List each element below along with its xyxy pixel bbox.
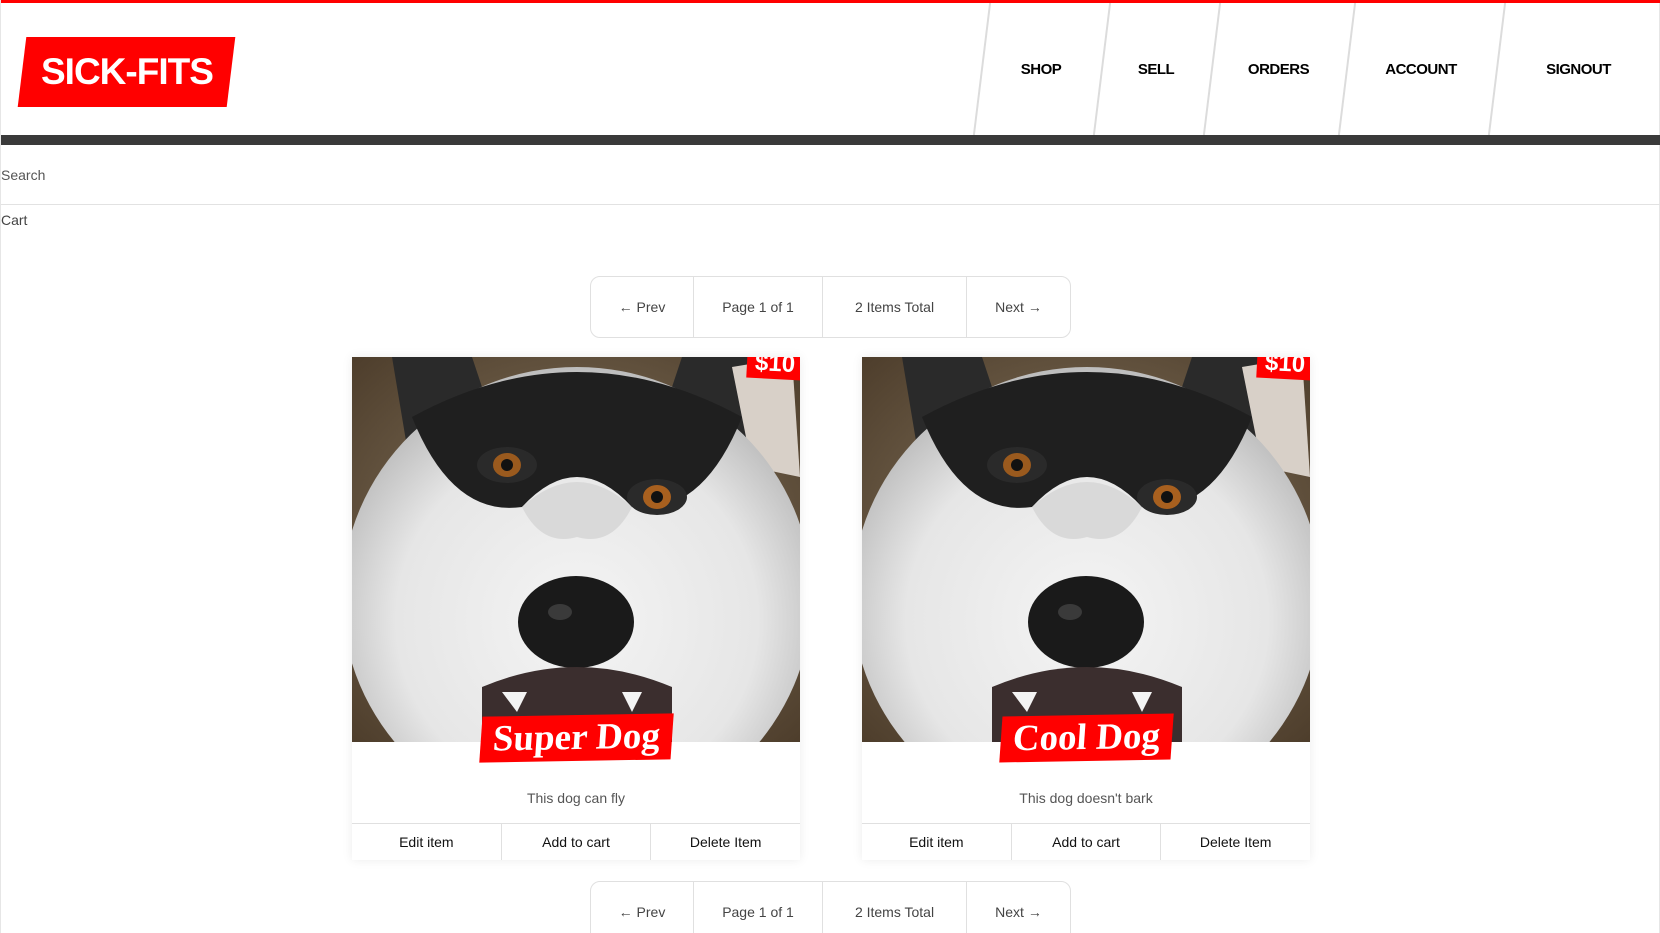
item-image: $10 bbox=[352, 357, 800, 742]
cart-label[interactable]: Cart bbox=[1, 212, 27, 228]
search-bar bbox=[1, 145, 1660, 205]
delete-item-button[interactable]: Delete Item bbox=[1161, 824, 1311, 860]
prev-page-link[interactable]: ← Prev bbox=[591, 277, 694, 337]
item-card: $10 Cool Dog This dog doesn't bark Edit … bbox=[862, 357, 1311, 860]
nav-shop[interactable]: SHOP bbox=[981, 3, 1101, 135]
item-title: Cool Dog bbox=[862, 713, 1310, 763]
items-total: 2 Items Total bbox=[823, 882, 967, 933]
prev-page-link[interactable]: ← Prev bbox=[591, 882, 694, 933]
edit-item-button[interactable]: Edit item bbox=[352, 824, 502, 860]
delete-item-button[interactable]: Delete Item bbox=[651, 824, 801, 860]
husky-dog-photo bbox=[352, 357, 800, 742]
pagination-top: ← Prev Page 1 of 1 2 Items Total Next → bbox=[590, 276, 1071, 338]
item-buttons: Edit item Add to cart Delete Item bbox=[352, 823, 801, 860]
item-title-link[interactable]: Cool Dog bbox=[998, 713, 1174, 763]
item-title: Super Dog bbox=[352, 713, 800, 763]
item-image: $10 bbox=[862, 357, 1310, 742]
page-indicator: Page 1 of 1 bbox=[694, 277, 823, 337]
header-divider-bar bbox=[1, 135, 1660, 145]
nav-sell[interactable]: SELL bbox=[1101, 3, 1211, 135]
add-to-cart-button[interactable]: Add to cart bbox=[501, 824, 652, 860]
item-description: This dog can fly bbox=[526, 790, 626, 806]
header: SICK-FITS SHOP SELL ORDERS ACCOUNT SIGNO… bbox=[1, 3, 1660, 135]
main-nav: SHOP SELL ORDERS ACCOUNT SIGNOUT bbox=[981, 3, 1660, 135]
item-card: $10 Super Dog This dog can fly Edit item… bbox=[352, 357, 801, 860]
pagination-bottom: ← Prev Page 1 of 1 2 Items Total Next → bbox=[590, 881, 1071, 933]
logo-link[interactable]: SICK-FITS bbox=[17, 37, 236, 107]
nav-signout[interactable]: SIGNOUT bbox=[1496, 3, 1660, 135]
edit-item-button[interactable]: Edit item bbox=[862, 824, 1012, 860]
page: SICK-FITS SHOP SELL ORDERS ACCOUNT SIGNO… bbox=[0, 0, 1660, 933]
page-indicator: Page 1 of 1 bbox=[694, 882, 823, 933]
search-input[interactable] bbox=[1, 145, 1660, 205]
item-title-link[interactable]: Super Dog bbox=[478, 713, 674, 763]
nav-orders[interactable]: ORDERS bbox=[1211, 3, 1346, 135]
item-description: This dog doesn't bark bbox=[1019, 790, 1153, 806]
nav-account[interactable]: ACCOUNT bbox=[1346, 3, 1496, 135]
logo-text: SICK-FITS bbox=[40, 51, 213, 92]
next-page-link[interactable]: Next → bbox=[967, 277, 1070, 337]
husky-dog-photo bbox=[862, 357, 1310, 742]
item-buttons: Edit item Add to cart Delete Item bbox=[862, 823, 1311, 860]
items-total: 2 Items Total bbox=[823, 277, 967, 337]
price-tag: $10 bbox=[746, 357, 800, 381]
add-to-cart-button[interactable]: Add to cart bbox=[1011, 824, 1162, 860]
next-page-link[interactable]: Next → bbox=[967, 882, 1070, 933]
price-tag: $10 bbox=[1256, 357, 1310, 381]
